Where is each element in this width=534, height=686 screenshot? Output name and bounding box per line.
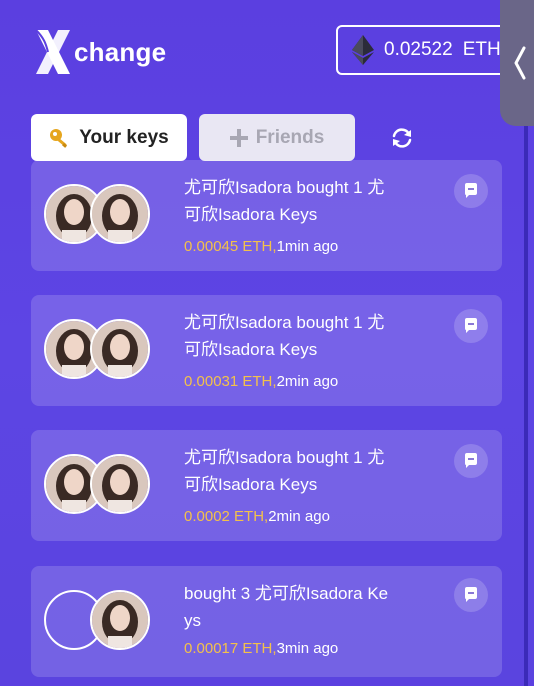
activity-line: 可欣Isadora Keys [184,340,318,359]
activity-line: bought 3 尤可欣Isadora Ke [184,584,389,603]
subject-avatar [90,454,150,514]
activity-line: 可欣Isadora Keys [184,205,318,224]
wallet-balance[interactable]: 0.02522 ETH [336,25,516,75]
x-logo-icon [35,29,70,74]
subject-avatar [90,319,150,379]
avatar-pair [44,454,156,518]
price: 0.00045 ETH, [184,238,277,255]
chat-button[interactable] [454,578,488,612]
chat-button[interactable] [454,309,488,343]
subject-avatar [90,590,150,650]
sidebar-edge [524,126,528,686]
activity-line: 尤可欣Isadora bought 1 尤 [184,313,385,332]
avatar-pair [44,590,156,654]
tab-your-keys[interactable]: Your keys [31,114,187,161]
activity-meta: 0.0002 ETH,2min ago [184,508,330,525]
sidebar-toggle-button[interactable] [500,0,534,126]
activity-item[interactable]: 尤可欣Isadora bought 1 尤 可欣Isadora Keys 0.0… [31,430,502,541]
activity-item[interactable]: bought 3 尤可欣Isadora Ke ys 0.00017 ETH,3m… [31,566,502,677]
activity-meta: 0.00045 ETH,1min ago [184,238,338,255]
time-ago: 1min ago [276,238,339,255]
activity-text: 尤可欣Isadora bought 1 尤 可欣Isadora Keys [184,174,414,228]
tab-your-keys-label: Your keys [79,126,169,148]
chat-button[interactable] [454,174,488,208]
activity-line: ys [184,611,201,630]
avatar-pair [44,184,156,248]
time-ago: 2min ago [268,508,330,525]
activity-line: 可欣Isadora Keys [184,475,318,494]
time-ago: 3min ago [276,640,339,657]
price: 0.00017 ETH, [184,640,277,657]
activity-text: bought 3 尤可欣Isadora Ke ys [184,580,414,634]
tab-friends-label: Friends [255,126,325,148]
refresh-icon[interactable] [390,126,414,150]
chat-icon [465,453,477,468]
chat-icon [465,183,477,198]
subject-avatar [90,184,150,244]
key-icon [49,127,71,149]
activity-text: 尤可欣Isadora bought 1 尤 可欣Isadora Keys [184,444,414,498]
ethereum-icon [352,35,374,65]
activity-meta: 0.00017 ETH,3min ago [184,640,338,657]
price: 0.00031 ETH, [184,373,277,390]
tab-friends[interactable]: Friends [199,114,355,161]
activity-line: 尤可欣Isadora bought 1 尤 [184,178,385,197]
balance-unit: ETH [462,39,501,60]
chevron-left-icon [514,46,526,80]
app-logo: change [34,28,166,76]
avatar-pair [44,319,156,383]
balance-amount: 0.02522 [384,39,453,60]
activity-line: 尤可欣Isadora bought 1 尤 [184,448,385,467]
chat-button[interactable] [454,444,488,478]
activity-item[interactable]: 尤可欣Isadora bought 1 尤 可欣Isadora Keys 0.0… [31,295,502,406]
chat-icon [465,587,477,602]
time-ago: 2min ago [276,373,339,390]
activity-meta: 0.00031 ETH,2min ago [184,373,338,390]
chat-icon [465,318,477,333]
activity-item[interactable]: 尤可欣Isadora bought 1 尤 可欣Isadora Keys 0.0… [31,160,502,271]
plus-icon [229,128,248,147]
logo-text: change [74,36,167,67]
activity-text: 尤可欣Isadora bought 1 尤 可欣Isadora Keys [184,309,414,363]
price: 0.0002 ETH, [184,508,269,525]
